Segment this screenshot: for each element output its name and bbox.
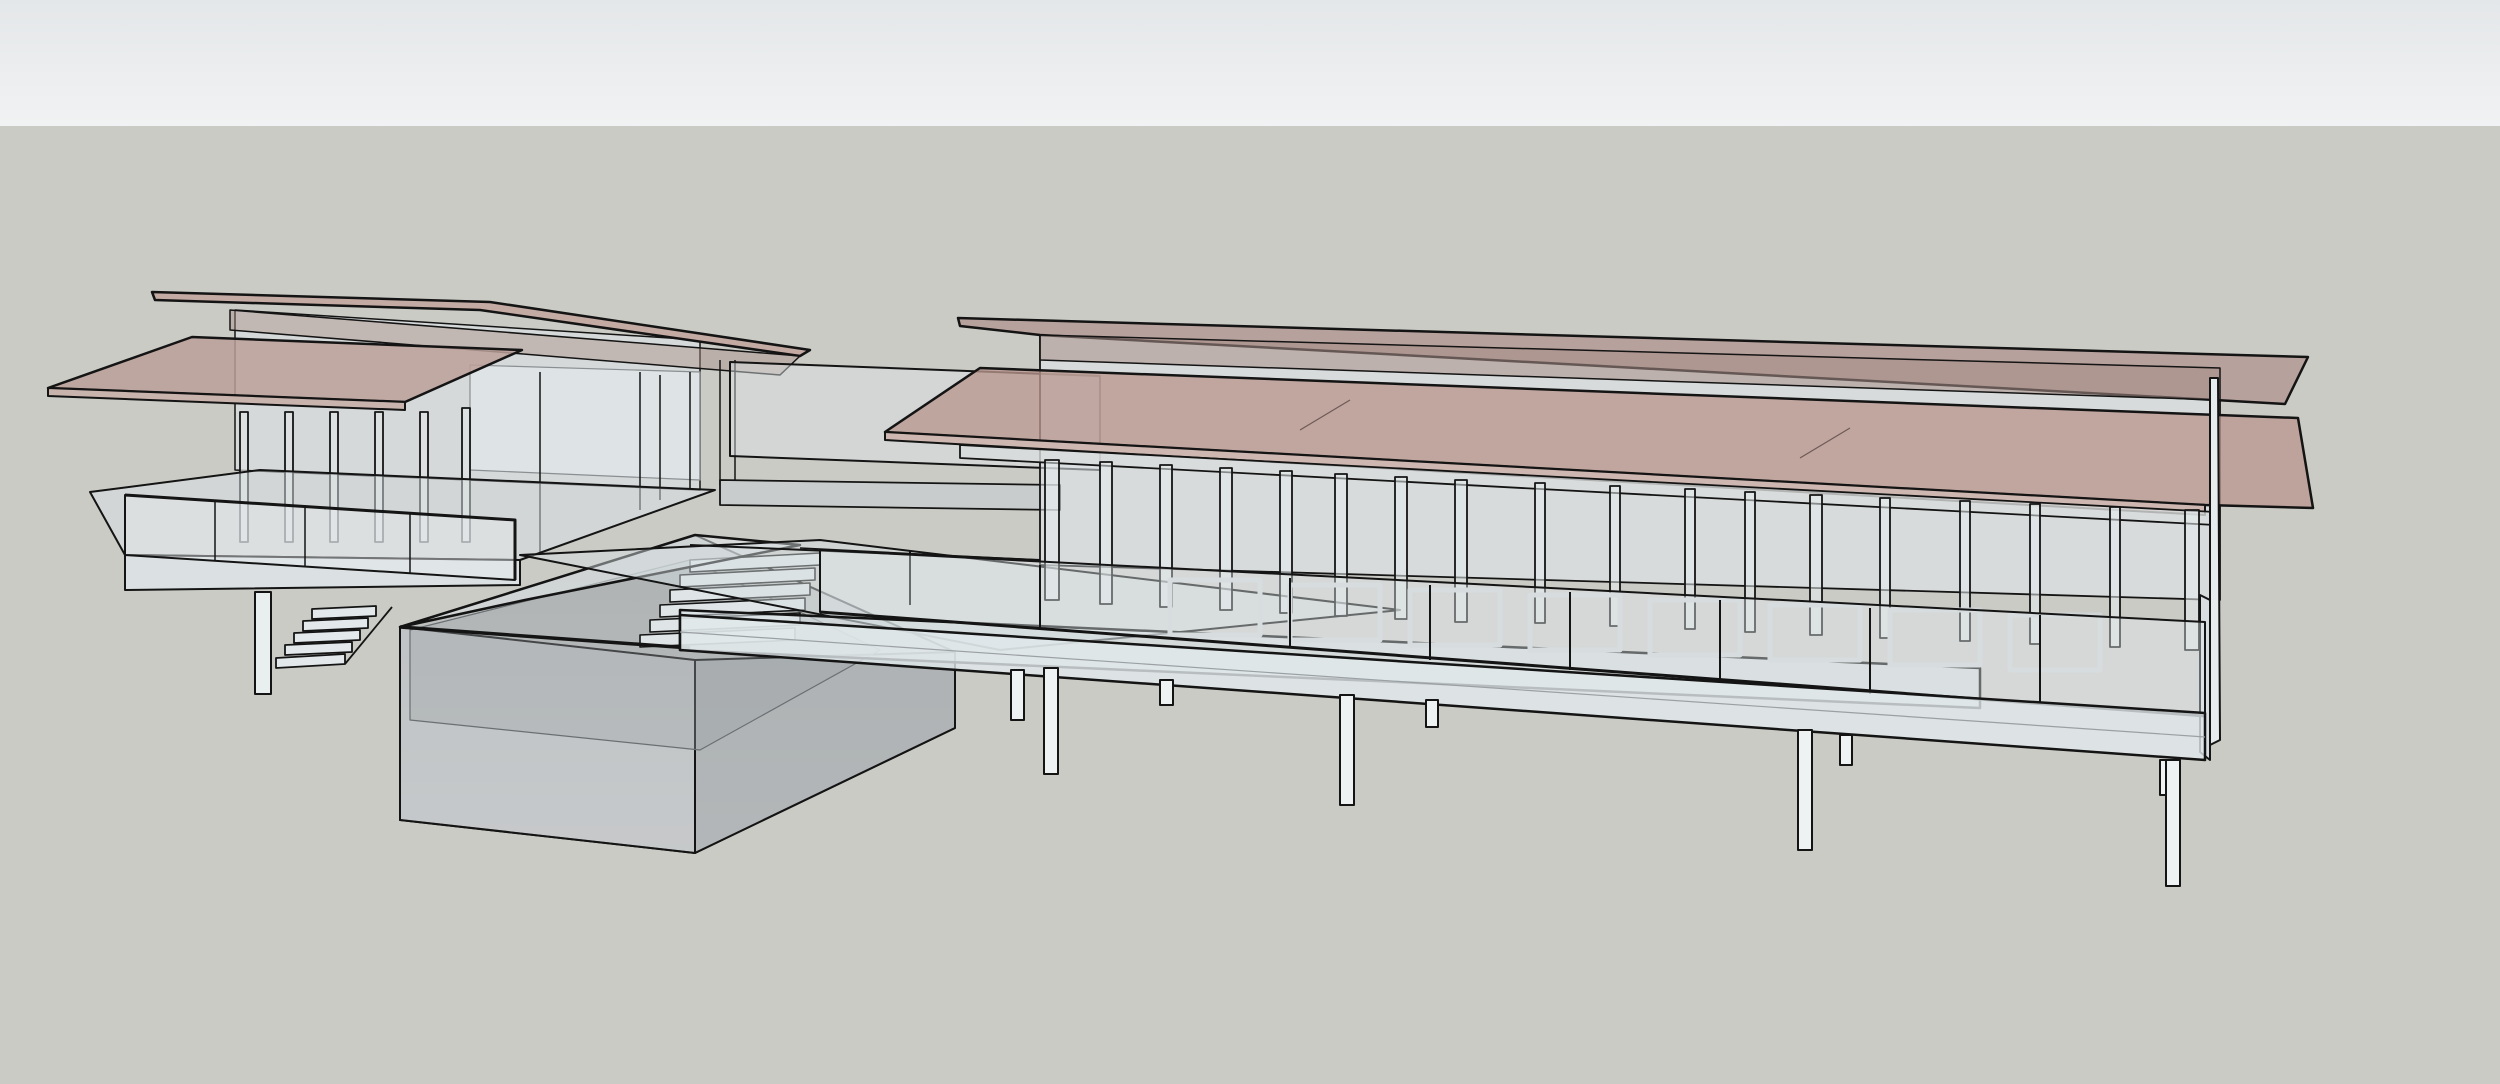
modeling-viewport[interactable] bbox=[0, 0, 2500, 1084]
sky bbox=[0, 0, 2500, 126]
model-canvas[interactable] bbox=[0, 0, 2500, 1084]
